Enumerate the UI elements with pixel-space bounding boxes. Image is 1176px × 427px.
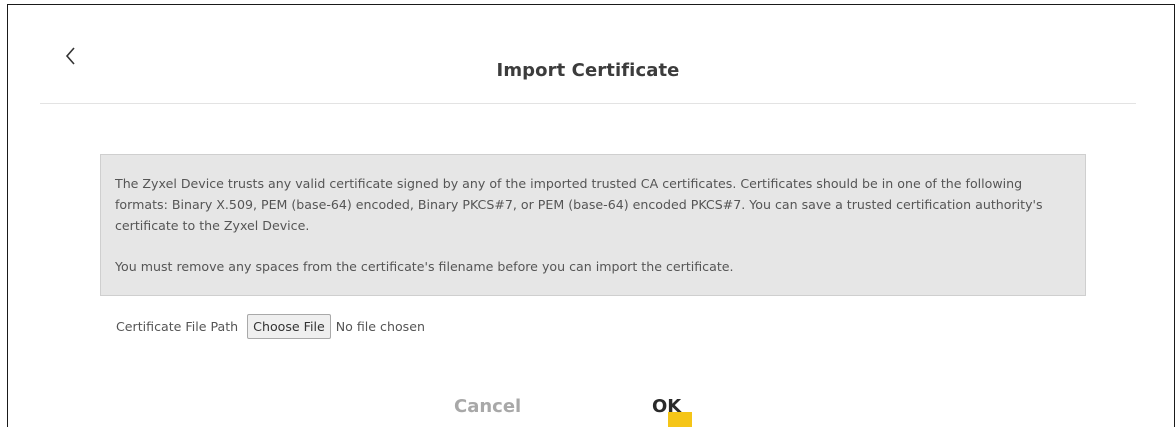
header-divider	[40, 103, 1136, 104]
notice-paragraph-formats: The Zyxel Device trusts any valid certif…	[115, 176, 1043, 233]
cancel-button[interactable]: Cancel	[454, 396, 521, 417]
certificate-file-row: Certificate File Path Choose File No fil…	[116, 313, 425, 339]
page-title: Import Certificate	[496, 60, 680, 81]
info-notice: The Zyxel Device trusts any valid certif…	[100, 154, 1086, 296]
file-status-text: No file chosen	[335, 318, 425, 334]
choose-file-button[interactable]: Choose File	[247, 313, 331, 339]
ok-button[interactable]: OK	[652, 396, 681, 417]
certificate-file-path-label: Certificate File Path	[116, 318, 239, 334]
notice-paragraph-filename: You must remove any spaces from the cert…	[115, 259, 734, 274]
